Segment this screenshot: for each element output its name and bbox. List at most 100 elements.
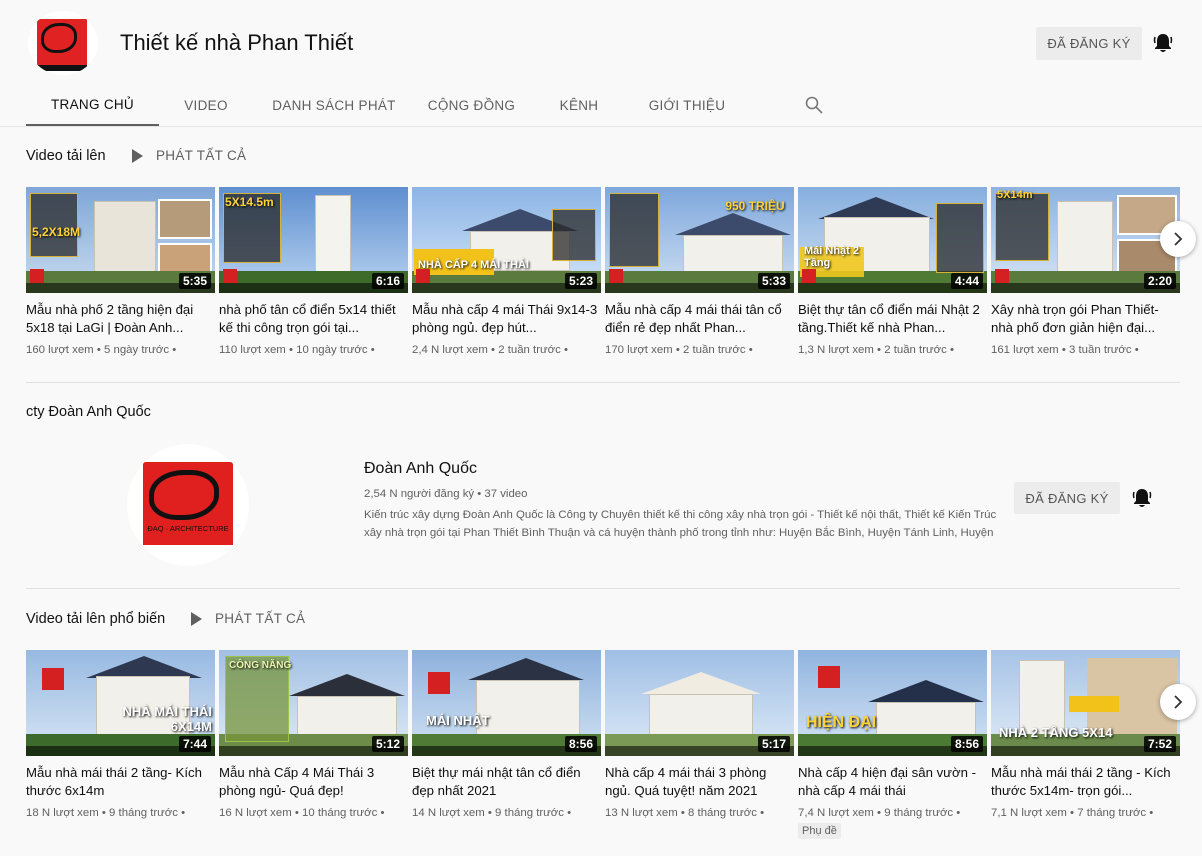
video-duration: 4:44 <box>950 273 983 289</box>
video-card[interactable]: 5X14.5m 6:16 nhà phố tân cổ điển 5x14 th… <box>219 187 408 356</box>
video-card[interactable]: 5X14m 2:20 Xây nhà trọn gói Phan Thiết-n… <box>991 187 1180 356</box>
chevron-right-icon <box>1174 695 1183 709</box>
video-card[interactable]: 5,2X18M 5:35 Mẫu nhà phố 2 tầng hiện đại… <box>26 187 215 356</box>
video-meta: 7,1 N lượt xem • 7 tháng trước • <box>991 807 1154 819</box>
featured-channel-section-title: cty Đoàn Anh Quốc <box>26 404 151 420</box>
subtitles-badge: Phụ đề <box>798 823 841 839</box>
play-all-label: PHÁT TẤT CẢ <box>215 611 306 626</box>
video-title[interactable]: Xây nhà trọn gói Phan Thiết-nhà phố đơn … <box>991 301 1180 337</box>
video-meta: 110 lượt xem • 10 ngày trước • <box>219 344 375 356</box>
video-duration: 5:35 <box>178 273 211 289</box>
uploads-next-button[interactable] <box>1160 221 1196 257</box>
video-meta: 160 lượt xem • 5 ngày trước • <box>26 344 177 356</box>
channel-tabs: TRANG CHỦ VIDEO DANH SÁCH PHÁT CỘNG ĐỒNG… <box>26 84 744 126</box>
thumbnail-text: NHÀ 2 TẦNG 5X14 <box>999 725 1113 740</box>
video-duration: 5:23 <box>564 273 597 289</box>
video-title[interactable]: Mẫu nhà mái thái 2 tầng - Kích thước 5x1… <box>991 764 1180 800</box>
video-meta: 16 N lượt xem • 10 tháng trước • <box>219 807 385 819</box>
video-title[interactable]: Nhà cấp 4 mái thái 3 phòng ngủ. Quá tuyệ… <box>605 764 794 800</box>
video-title[interactable]: Mẫu nhà cấp 4 mái Thái 9x14-3 phòng ngủ.… <box>412 301 601 337</box>
video-card[interactable]: CÔNG NĂNG 5:12 Mẫu nhà Cấp 4 Mái Thái 3 … <box>219 650 408 819</box>
section-divider <box>26 382 1180 383</box>
video-title[interactable]: Biệt thự tân cổ điển mái Nhật 2 tầng.Thi… <box>798 301 987 337</box>
popular-section-title: Video tải lên phổ biến <box>26 611 166 627</box>
video-card[interactable]: 5:17 Nhà cấp 4 mái thái 3 phòng ngủ. Quá… <box>605 650 794 819</box>
section-divider <box>26 588 1180 589</box>
video-duration: 5:33 <box>757 273 790 289</box>
video-title[interactable]: Mẫu nhà phố 2 tầng hiện đại 5x18 tại LaG… <box>26 301 215 337</box>
logo-lettering: ĐAQ · ARCHITECTURE <box>143 524 233 545</box>
video-thumbnail[interactable]: HIỆN ĐẠI 8:56 <box>798 650 987 756</box>
video-meta: 14 N lượt xem • 9 tháng trước • <box>412 807 572 819</box>
play-all-label: PHÁT TẤT CẢ <box>156 148 247 163</box>
video-title[interactable]: Mẫu nhà Cấp 4 Mái Thái 3 phòng ngủ- Quá … <box>219 764 408 800</box>
video-title[interactable]: Mẫu nhà cấp 4 mái thái tân cổ điển rẻ đẹ… <box>605 301 794 337</box>
video-card[interactable]: NHÀ MÁI THÁI 6X14M 7:44 Mẫu nhà mái thái… <box>26 650 215 819</box>
uploads-shelf: 5,2X18M 5:35 Mẫu nhà phố 2 tầng hiện đại… <box>26 187 1186 377</box>
video-thumbnail[interactable]: 5,2X18M 5:35 <box>26 187 215 293</box>
video-card[interactable]: NHÀ CẤP 4 MÁI THÁI 5:23 Mẫu nhà cấp 4 má… <box>412 187 601 356</box>
thumbnail-text: Mái Nhật 2 Tầng <box>804 245 860 269</box>
video-meta: 18 N lượt xem • 9 tháng trước • <box>26 807 186 819</box>
tab-channels[interactable]: KÊNH <box>528 84 630 126</box>
popular-shelf: NHÀ MÁI THÁI 6X14M 7:44 Mẫu nhà mái thái… <box>26 650 1186 850</box>
chevron-right-icon <box>1174 232 1183 246</box>
channel-header: Thiết kế nhà Phan Thiết ĐÃ ĐĂNG KÝ TRANG… <box>0 0 1202 127</box>
video-duration: 2:20 <box>1143 273 1176 289</box>
thumbnail-text: 5X14.5m <box>225 195 274 209</box>
video-duration: 5:12 <box>371 736 404 752</box>
video-card[interactable]: NHÀ 2 TẦNG 5X14 7:52 Mẫu nhà mái thái 2 … <box>991 650 1180 819</box>
video-title[interactable]: Biệt thự mái nhật tân cổ điển đẹp nhất 2… <box>412 764 601 800</box>
video-thumbnail[interactable]: 5:17 <box>605 650 794 756</box>
featured-channel-avatar[interactable]: ĐAQ · ARCHITECTURE <box>127 444 249 566</box>
uploads-play-all-button[interactable]: PHÁT TẤT CẢ <box>132 148 246 163</box>
video-card[interactable]: Mái Nhật 2 Tầng 4:44 Biệt thự tân cổ điể… <box>798 187 987 356</box>
search-icon[interactable] <box>805 96 823 114</box>
video-thumbnail[interactable]: 5X14.5m 6:16 <box>219 187 408 293</box>
popular-play-all-button[interactable]: PHÁT TẤT CẢ <box>191 611 305 626</box>
channel-avatar[interactable] <box>28 11 98 75</box>
video-meta: 7,4 N lượt xem • 9 tháng trước • <box>798 807 961 819</box>
thumbnail-text: 950 TRIỆU <box>725 199 785 213</box>
featured-subscribed-button[interactable]: ĐÃ ĐĂNG KÝ <box>1014 482 1120 514</box>
video-thumbnail[interactable]: Mái Nhật 2 Tầng 4:44 <box>798 187 987 293</box>
video-card[interactable]: MÁI NHẬT 8:56 Biệt thự mái nhật tân cổ đ… <box>412 650 601 819</box>
channel-title: Thiết kế nhà Phan Thiết <box>120 30 354 55</box>
thumbnail-text: HIỆN ĐẠI <box>806 714 877 731</box>
video-title[interactable]: Mẫu nhà mái thái 2 tầng- Kích thước 6x14… <box>26 764 215 800</box>
thumbnail-text: NHÀ CẤP 4 MÁI THÁI <box>418 259 530 271</box>
video-title[interactable]: Nhà cấp 4 hiện đại sân vườn - nhà cấp 4 … <box>798 764 987 800</box>
featured-channel-description: Kiến trúc xây dựng Đoàn Anh Quốc là Công… <box>364 509 997 539</box>
video-duration: 8:56 <box>950 736 983 752</box>
thumbnail-text: 5,2X18M <box>32 225 81 239</box>
tab-playlists[interactable]: DANH SÁCH PHÁT <box>253 84 415 126</box>
video-thumbnail[interactable]: NHÀ CẤP 4 MÁI THÁI 5:23 <box>412 187 601 293</box>
video-meta: 13 N lượt xem • 8 tháng trước • <box>605 807 765 819</box>
play-icon <box>191 611 202 626</box>
bell-icon[interactable] <box>1153 32 1173 54</box>
video-meta: 161 lượt xem • 3 tuần trước • <box>991 344 1139 356</box>
video-thumbnail[interactable]: CÔNG NĂNG 5:12 <box>219 650 408 756</box>
subscribed-button[interactable]: ĐÃ ĐĂNG KÝ <box>1036 27 1142 60</box>
tab-videos[interactable]: VIDEO <box>159 84 253 126</box>
bell-icon[interactable] <box>1132 487 1152 509</box>
featured-channel-stats: 2,54 N người đăng ký • 37 video <box>364 488 528 500</box>
thumbnail-text: MÁI NHẬT <box>426 713 490 728</box>
video-duration: 6:16 <box>371 273 404 289</box>
video-card[interactable]: 950 TRIỆU 5:33 Mẫu nhà cấp 4 mái thái tâ… <box>605 187 794 356</box>
video-thumbnail[interactable]: 5X14m 2:20 <box>991 187 1180 293</box>
video-thumbnail[interactable]: MÁI NHẬT 8:56 <box>412 650 601 756</box>
tab-home[interactable]: TRANG CHỦ <box>26 84 159 126</box>
video-thumbnail[interactable]: 950 TRIỆU 5:33 <box>605 187 794 293</box>
video-thumbnail[interactable]: NHÀ 2 TẦNG 5X14 7:52 <box>991 650 1180 756</box>
popular-next-button[interactable] <box>1160 684 1196 720</box>
featured-channel-name[interactable]: Đoàn Anh Quốc <box>364 460 477 478</box>
video-card[interactable]: HIỆN ĐẠI 8:56 Nhà cấp 4 hiện đại sân vườ… <box>798 650 987 839</box>
thumbnail-text: NHÀ MÁI THÁI 6X14M <box>122 704 212 734</box>
tab-about[interactable]: GIỚI THIỆU <box>630 84 744 126</box>
tab-community[interactable]: CỘNG ĐỒNG <box>415 84 528 126</box>
play-icon <box>132 148 143 163</box>
video-title[interactable]: nhà phố tân cổ điển 5x14 thiết kế thi cô… <box>219 301 408 337</box>
video-thumbnail[interactable]: NHÀ MÁI THÁI 6X14M 7:44 <box>26 650 215 756</box>
video-duration: 8:56 <box>564 736 597 752</box>
